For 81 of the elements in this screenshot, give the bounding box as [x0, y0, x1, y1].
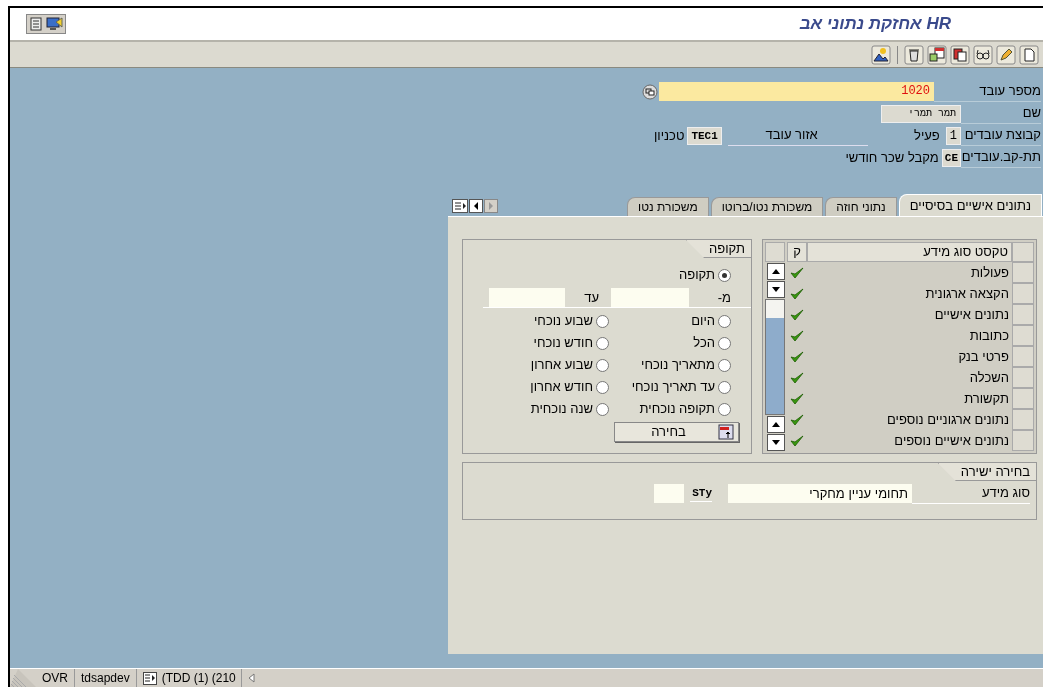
radio-button[interactable]	[718, 402, 731, 416]
radio-button[interactable]	[596, 402, 609, 416]
new-document-icon[interactable]	[1019, 44, 1039, 65]
select-icon	[718, 424, 734, 440]
scrollbar-thumb[interactable]	[766, 300, 784, 318]
radio-button[interactable]	[718, 314, 731, 328]
radio-label[interactable]: תקופה	[679, 265, 715, 285]
scroll-up-icon[interactable]	[767, 416, 785, 433]
radio-label[interactable]: חודש אחרון	[530, 377, 593, 397]
employee-subgroup-field: CE	[941, 148, 961, 167]
radio-label[interactable]: שנה נוכחית	[530, 399, 593, 419]
subtype-field[interactable]	[654, 484, 684, 503]
calendar-icon[interactable]	[927, 44, 947, 65]
employee-group-text: פעיל	[913, 126, 940, 145]
employee-number-field[interactable]: 1020	[659, 82, 934, 101]
radio-button[interactable]	[596, 380, 609, 394]
radio-label[interactable]: היום	[691, 311, 715, 331]
subtype-label: STy	[690, 484, 712, 503]
scroll-down-icon[interactable]	[767, 434, 785, 451]
group-title: תקופה	[686, 240, 751, 258]
table-cell[interactable]: נתונים ארגוניים נוספים	[807, 409, 1012, 430]
status-session: (TDD (1) (210	[156, 669, 242, 687]
list-icon[interactable]	[142, 671, 157, 685]
window-title: HR אחזקת נתוני אב	[799, 13, 951, 36]
radio-label[interactable]: תקופה נוכחית	[639, 399, 715, 419]
pencil-icon[interactable]	[996, 44, 1016, 65]
trash-icon[interactable]	[904, 44, 924, 65]
personnel-area-field: TEC1	[687, 126, 722, 145]
radio-label[interactable]: מתאריך נוכחי	[641, 355, 715, 375]
field-label: אזור עובד	[727, 125, 868, 146]
personnel-area-text: טכניון	[653, 126, 685, 145]
tab-list-icon[interactable]	[452, 199, 468, 213]
radio-label[interactable]: שבוע אחרון	[530, 355, 593, 375]
radio-button[interactable]	[718, 380, 731, 394]
table-cell[interactable]: הקצאה ארגונית	[807, 283, 1012, 304]
table-cell[interactable]: נתונים אישיים נוספים	[807, 430, 1012, 451]
from-label: מ-	[716, 288, 731, 307]
copy-icon[interactable]	[950, 44, 970, 65]
radio-button[interactable]	[718, 358, 731, 372]
infotype-field[interactable]: תחומי עניין מחקרי	[728, 484, 912, 503]
column-header: ק	[787, 242, 807, 262]
select-button[interactable]: בחירה	[614, 422, 739, 442]
table-cell[interactable]: פרטי בנק	[807, 346, 1012, 367]
table-cell[interactable]: השכלה	[807, 367, 1012, 388]
to-label: עד	[583, 288, 600, 307]
table-cell[interactable]: פעולות	[807, 262, 1012, 283]
tab[interactable]: משכורת נטו/ברוטו	[710, 197, 824, 216]
from-date-field[interactable]	[611, 288, 689, 307]
tab[interactable]: משכורת נטו	[627, 197, 709, 216]
status-server: tdsapdev	[75, 669, 137, 687]
radio-button[interactable]	[596, 358, 609, 372]
glasses-icon[interactable]	[973, 44, 993, 65]
options-icon[interactable]	[642, 83, 658, 100]
status-mode: OVR	[36, 669, 75, 687]
radio-button[interactable]	[596, 314, 609, 328]
person-landscape-icon[interactable]	[871, 44, 891, 65]
scroll-left-icon[interactable]	[469, 199, 483, 213]
name-field: תמר תמרי	[881, 104, 961, 123]
title-bar-buttons[interactable]	[26, 14, 66, 34]
table-cell[interactable]: נתונים אישיים	[807, 304, 1012, 325]
monitor-icon[interactable]	[46, 16, 64, 32]
radio-label[interactable]: חודש נוכחי	[533, 333, 593, 353]
radio-label[interactable]: שבוע נוכחי	[534, 311, 593, 331]
radio-label[interactable]: הכל	[693, 333, 715, 353]
scroll-down-icon[interactable]	[767, 281, 785, 298]
column-header: טקסט סוג מידע	[807, 242, 1012, 262]
to-date-field[interactable]	[489, 288, 565, 307]
tab[interactable]: נתוני חוזה	[825, 197, 897, 216]
table-cell[interactable]: כתובות	[807, 325, 1012, 346]
table-cell[interactable]: תקשורת	[807, 388, 1012, 409]
employee-group-field: 1	[945, 126, 961, 145]
employee-subgroup-text: מקבל שכר חודשי	[845, 148, 939, 167]
radio-label[interactable]: עד תאריך נוכחי	[631, 377, 715, 397]
radio-button[interactable]	[596, 336, 609, 350]
scroll-up-icon[interactable]	[767, 263, 785, 280]
resize-grip-icon[interactable]	[10, 669, 36, 687]
radio-button[interactable]	[718, 336, 731, 350]
tab[interactable]: נתונים אישיים בסיסיים	[898, 194, 1042, 216]
column-header	[765, 242, 785, 262]
group-title: בחירה ישירה	[937, 463, 1036, 481]
radio-button[interactable]	[718, 268, 731, 282]
